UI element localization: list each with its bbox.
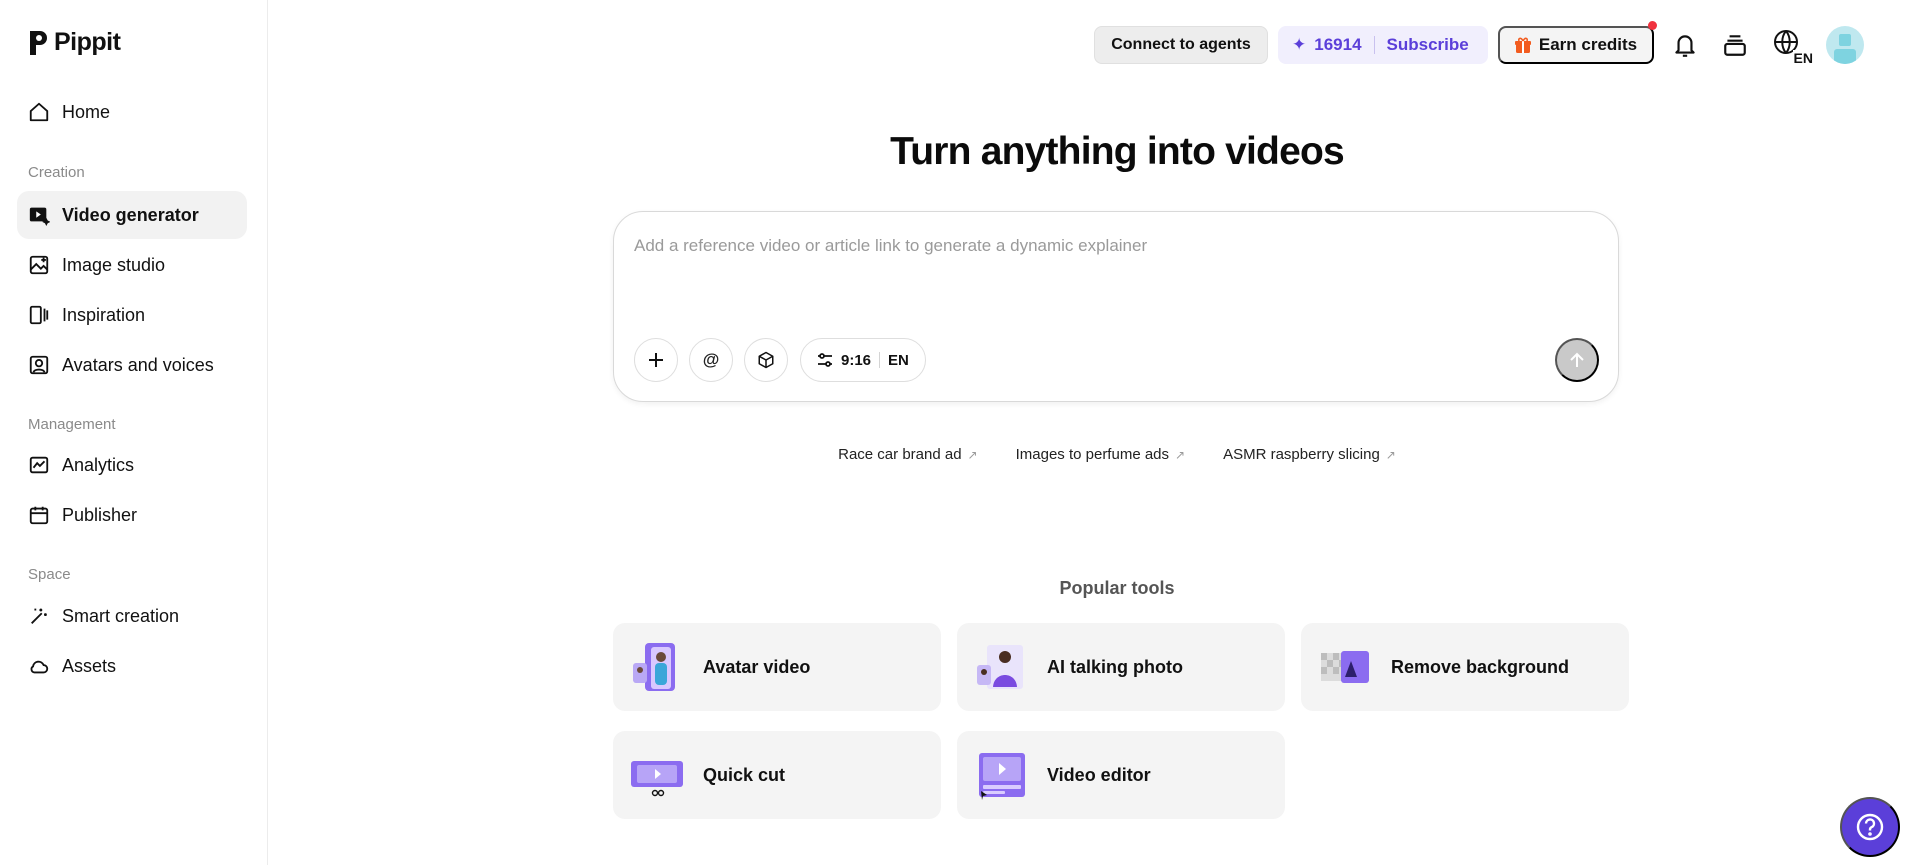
- talking-photo-thumbnail-icon: [977, 645, 1023, 689]
- sidebar-item-publisher[interactable]: Publisher: [17, 491, 247, 539]
- sidebar-item-label: Assets: [62, 655, 117, 676]
- tool-label: Quick cut: [703, 764, 786, 785]
- cloud-icon: [30, 660, 49, 674]
- page-title: Turn anything into videos: [890, 130, 1345, 173]
- at-icon: @: [702, 350, 720, 369]
- aspect-ratio-value: 9:16: [841, 351, 872, 369]
- suggestion-label: Images to perfume ads: [1015, 446, 1170, 463]
- notification-dot: [1648, 21, 1657, 30]
- model-button[interactable]: [744, 338, 788, 382]
- tool-card-video-editor[interactable]: Video editor: [957, 731, 1285, 819]
- remove-background-thumbnail-icon: [1321, 651, 1369, 683]
- sidebar-item-label: Publisher: [62, 504, 138, 525]
- user-avatar[interactable]: [1826, 26, 1864, 64]
- pippit-logo-icon: [30, 30, 47, 55]
- sidebar-item-image-studio[interactable]: Image studio: [17, 241, 247, 289]
- divider: [879, 352, 881, 368]
- sidebar-item-label: Avatars and voices: [62, 354, 214, 375]
- section-label-management: Management: [28, 416, 116, 433]
- tool-label: Remove background: [1391, 656, 1570, 677]
- add-button[interactable]: [634, 338, 678, 382]
- brand-name: Pippit: [54, 28, 121, 56]
- home-icon: [29, 102, 49, 122]
- user-silhouette-icon: [1834, 34, 1856, 64]
- gift-icon: [1514, 37, 1531, 53]
- sidebar-item-label: Image studio: [62, 254, 166, 275]
- suggestion-chip[interactable]: ASMR raspberry slicing ↗: [1223, 446, 1396, 463]
- mention-button[interactable]: @: [689, 338, 733, 382]
- tool-label: Avatar video: [703, 656, 811, 677]
- sidebar: Pippit Home Creation Video generator Ima…: [0, 0, 268, 865]
- prompt-suggestions: Race car brand ad ↗ Images to perfume ad…: [612, 446, 1622, 463]
- plus-icon: [649, 353, 663, 367]
- prompt-box: @ 9:16 EN: [613, 211, 1619, 402]
- brand-logo[interactable]: Pippit: [28, 28, 121, 57]
- video-editor-thumbnail-icon: [979, 753, 1025, 800]
- sidebar-item-video-generator[interactable]: Video generator: [17, 191, 247, 239]
- sidebar-item-assets[interactable]: Assets: [17, 642, 247, 690]
- sidebar-item-analytics[interactable]: Analytics: [17, 441, 247, 489]
- sidebar-item-label: Analytics: [62, 454, 135, 475]
- sidebar-item-label: Home: [62, 101, 111, 122]
- arrow-up-icon: [1570, 352, 1584, 367]
- sidebar-item-label: Smart creation: [62, 605, 180, 626]
- suggestion-label: ASMR raspberry slicing: [1223, 446, 1380, 463]
- cube-icon: [758, 351, 774, 369]
- earn-credits-label: Earn credits: [1538, 35, 1638, 54]
- section-label-creation: Creation: [28, 164, 85, 181]
- subscribe-link[interactable]: Subscribe: [1387, 35, 1469, 55]
- suggestion-label: Race car brand ad: [838, 446, 962, 463]
- tool-card-avatar-video[interactable]: Avatar video: [613, 623, 941, 711]
- tool-card-ai-talking-photo[interactable]: AI talking photo: [957, 623, 1285, 711]
- language-code: EN: [1792, 50, 1814, 66]
- earn-credits-button[interactable]: Earn credits: [1498, 26, 1654, 64]
- arrow-up-right-icon: ↗: [1385, 447, 1396, 462]
- section-label-space: Space: [28, 566, 71, 583]
- avatar-video-thumbnail-icon: [633, 643, 675, 691]
- suggestion-chip[interactable]: Images to perfume ads ↗: [1016, 446, 1185, 463]
- credits-subscribe-pill[interactable]: ✦ 16914 Subscribe: [1278, 26, 1488, 64]
- language-globe-icon[interactable]: EN: [1772, 30, 1814, 66]
- inspiration-icon: [29, 305, 49, 325]
- credits-count: 16914: [1314, 35, 1362, 54]
- tool-label: AI talking photo: [1047, 656, 1183, 677]
- sidebar-item-avatars-voices[interactable]: Avatars and voices: [17, 341, 247, 389]
- send-button[interactable]: [1555, 338, 1599, 382]
- magic-wand-icon: [31, 608, 47, 624]
- sidebar-item-label: Inspiration: [62, 304, 146, 325]
- tool-card-quick-cut[interactable]: Quick cut: [613, 731, 941, 819]
- sidebar-item-home[interactable]: Home: [17, 88, 247, 136]
- tool-label: Video editor: [1047, 764, 1151, 785]
- sparkle-icon: ✦: [1292, 35, 1307, 54]
- settings-pill[interactable]: 9:16 EN: [800, 338, 926, 382]
- sidebar-item-smart-creation[interactable]: Smart creation: [17, 592, 247, 640]
- output-language-value: EN: [888, 351, 909, 369]
- divider: [1373, 36, 1375, 54]
- analytics-icon: [29, 456, 49, 474]
- question-mark-icon: [1856, 813, 1884, 841]
- avatar-icon: [29, 355, 49, 375]
- layers-icon[interactable]: [1720, 30, 1750, 60]
- popular-tools-heading: Popular tools: [1059, 578, 1175, 598]
- video-generator-icon: [29, 207, 50, 226]
- arrow-up-right-icon: ↗: [1175, 447, 1186, 462]
- sidebar-item-inspiration[interactable]: Inspiration: [17, 291, 247, 339]
- tool-card-remove-background[interactable]: Remove background: [1301, 623, 1629, 711]
- notification-bell-icon[interactable]: [1670, 30, 1700, 60]
- image-studio-icon: [29, 255, 49, 275]
- prompt-input[interactable]: [634, 236, 1534, 256]
- arrow-up-right-icon: ↗: [967, 447, 978, 462]
- quick-cut-thumbnail-icon: [631, 761, 683, 797]
- sliders-icon: [818, 353, 832, 367]
- suggestion-chip[interactable]: Race car brand ad ↗: [838, 446, 977, 463]
- calendar-icon: [29, 506, 49, 525]
- connect-agents-button[interactable]: Connect to agents: [1094, 26, 1268, 64]
- help-button[interactable]: [1840, 797, 1900, 857]
- sidebar-item-label: Video generator: [62, 204, 199, 225]
